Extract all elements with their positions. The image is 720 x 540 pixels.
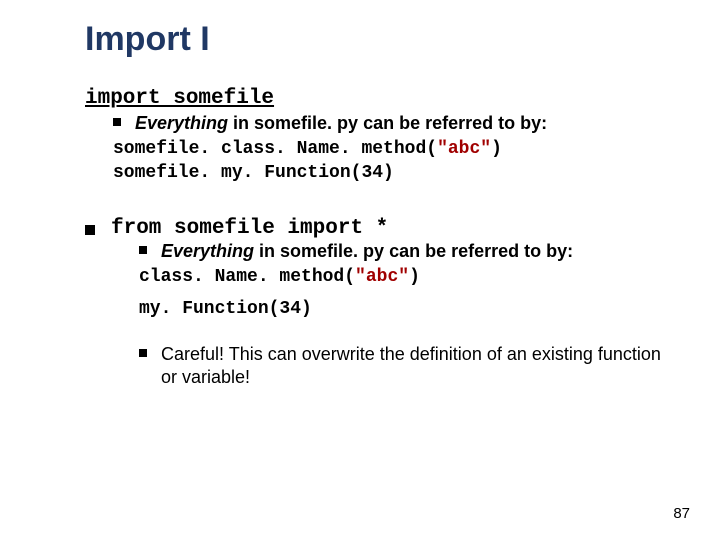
warning-text: Careful! This can overwrite the definiti… [161,343,670,388]
code-seg: somefile. class. Name. method( [113,139,437,159]
code-string: "abc" [437,139,491,159]
code-seg: my. Function(34) [139,299,312,319]
page-number: 87 [673,505,690,522]
code-string: "abc" [355,267,409,287]
square-bullet-icon [139,246,147,254]
bullet-rest: in somefile. py can be referred to by: [254,241,573,261]
bullet-item: Everything in somefile. py can be referr… [113,112,670,135]
from-import-statement: from somefile import * [111,217,388,240]
bullet-text: Everything in somefile. py can be referr… [161,240,573,263]
code-line: my. Function(34) [139,297,670,321]
bullet-item: Everything in somefile. py can be referr… [139,240,670,263]
code-seg: class. Name. method( [139,267,355,287]
square-bullet-icon [85,225,95,235]
bullet-item: from somefile import * [85,217,670,240]
code-seg: ) [409,267,420,287]
square-bullet-icon [113,118,121,126]
code-seg: ) [491,139,502,159]
code-seg: somefile. my. Function(34) [113,163,394,183]
code-line: somefile. my. Function(34) [113,161,670,185]
square-bullet-icon [139,349,147,357]
code-line: somefile. class. Name. method("abc") [113,137,670,161]
bullet-item: Careful! This can overwrite the definiti… [139,343,670,388]
bullet-emph: Everything [135,113,228,133]
bullet-rest: in somefile. py can be referred to by: [228,113,547,133]
import-statement: import somefile [85,87,670,110]
code-line: class. Name. method("abc") [139,265,670,289]
slide-title: Import I [85,20,670,59]
bullet-emph: Everything [161,241,254,261]
slide: Import I import somefile Everything in s… [0,0,720,540]
bullet-text: Everything in somefile. py can be referr… [135,112,547,135]
